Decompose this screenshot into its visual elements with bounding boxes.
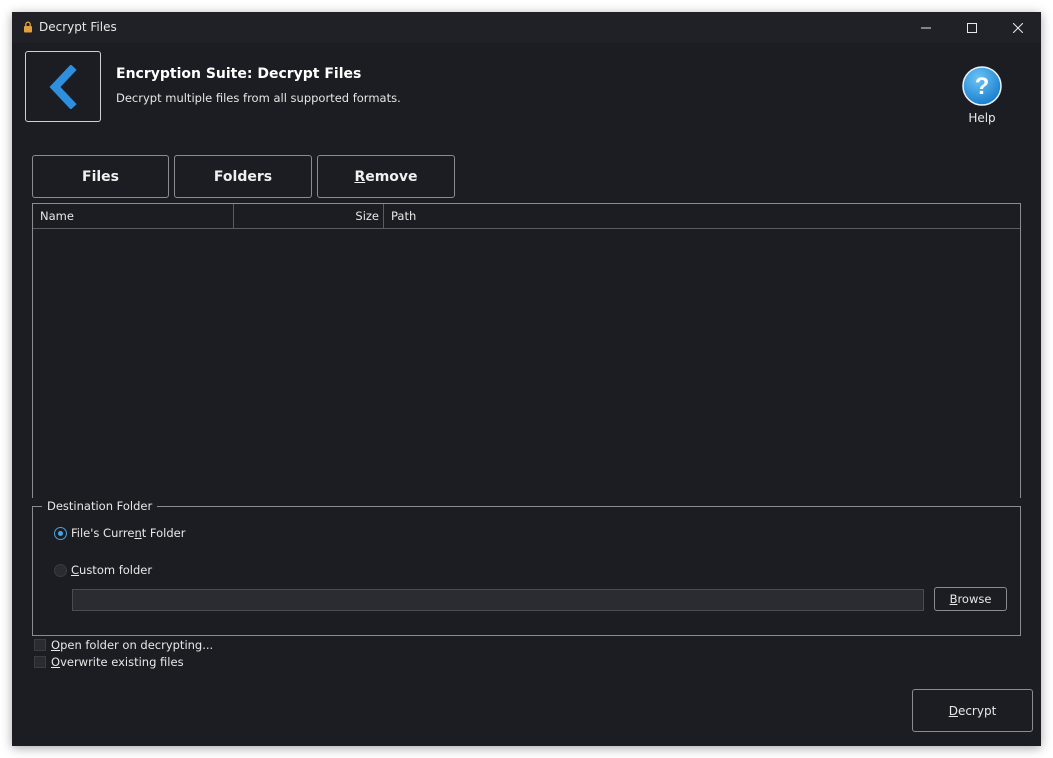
open-folder-label-rest: pen folder on decrypting...: [60, 638, 214, 652]
minimize-icon: [921, 27, 931, 28]
overwrite-files-checkbox[interactable]: [34, 656, 46, 668]
current-folder-label-post: t Folder: [141, 526, 186, 540]
decrypt-button[interactable]: Decrypt: [912, 689, 1033, 732]
help-icon[interactable]: ?: [962, 66, 1002, 106]
decrypt-files-window: Decrypt Files Encryption Suite: Decrypt …: [12, 12, 1041, 746]
add-folders-button[interactable]: Folders: [174, 155, 312, 198]
add-files-button[interactable]: Files: [32, 155, 169, 198]
remove-label-mnemonic: R: [354, 168, 366, 185]
custom-folder-label-post: ustom folder: [79, 563, 153, 577]
page-subtitle: Decrypt multiple files from all supporte…: [116, 91, 401, 105]
browse-label-rest: rowse: [957, 592, 992, 606]
close-button[interactable]: [995, 12, 1041, 43]
add-files-label: Files: [82, 168, 119, 185]
back-arrow-icon: [49, 64, 77, 109]
close-icon: [1013, 22, 1023, 33]
remove-label: Remove: [354, 169, 417, 185]
destination-folder-legend: Destination Folder: [42, 499, 158, 513]
column-header-name[interactable]: Name: [33, 204, 234, 228]
add-folders-label: Folders: [213, 168, 273, 185]
remove-button[interactable]: Remove: [317, 155, 455, 198]
svg-text:?: ?: [975, 73, 990, 100]
help-label[interactable]: Help: [962, 111, 1002, 125]
back-button[interactable]: [25, 51, 101, 122]
custom-folder-radio[interactable]: [54, 564, 67, 577]
maximize-button[interactable]: [949, 12, 995, 43]
column-header-path[interactable]: Path: [384, 204, 584, 228]
column-header-size[interactable]: Size: [234, 204, 384, 228]
minimize-button[interactable]: [903, 12, 949, 43]
file-list[interactable]: Name Size Path: [32, 203, 1021, 498]
decrypt-label-rest: ecrypt: [957, 703, 997, 718]
custom-folder-path-input[interactable]: [72, 589, 924, 611]
file-list-header: Name Size Path: [33, 204, 1020, 229]
custom-folder-label-mnemonic: C: [71, 563, 80, 577]
open-folder-checkbox[interactable]: [34, 639, 46, 651]
open-folder-label[interactable]: Open folder on decrypting...: [51, 638, 213, 652]
open-folder-label-mnemonic: O: [51, 638, 61, 652]
current-folder-label[interactable]: File's Current Folder: [71, 526, 185, 540]
current-folder-radio[interactable]: [54, 527, 67, 540]
overwrite-files-label[interactable]: Overwrite existing files: [51, 655, 184, 669]
current-folder-label-pre: File's Curre: [71, 526, 135, 540]
browse-label-mnemonic: B: [949, 592, 958, 606]
current-folder-label-mnemonic: n: [134, 526, 142, 540]
browse-button[interactable]: Browse: [934, 587, 1007, 611]
lock-icon: [24, 21, 32, 33]
maximize-icon: [967, 22, 977, 33]
decrypt-label-mnemonic: D: [948, 703, 958, 718]
custom-folder-label[interactable]: Custom folder: [71, 563, 152, 577]
window-title: Decrypt Files: [39, 20, 117, 34]
overwrite-label-rest: verwrite existing files: [60, 655, 184, 669]
overwrite-label-mnemonic: O: [51, 655, 61, 669]
page-title: Encryption Suite: Decrypt Files: [116, 66, 362, 82]
title-bar[interactable]: Decrypt Files: [12, 12, 1041, 43]
remove-label-rest: emove: [365, 168, 418, 185]
